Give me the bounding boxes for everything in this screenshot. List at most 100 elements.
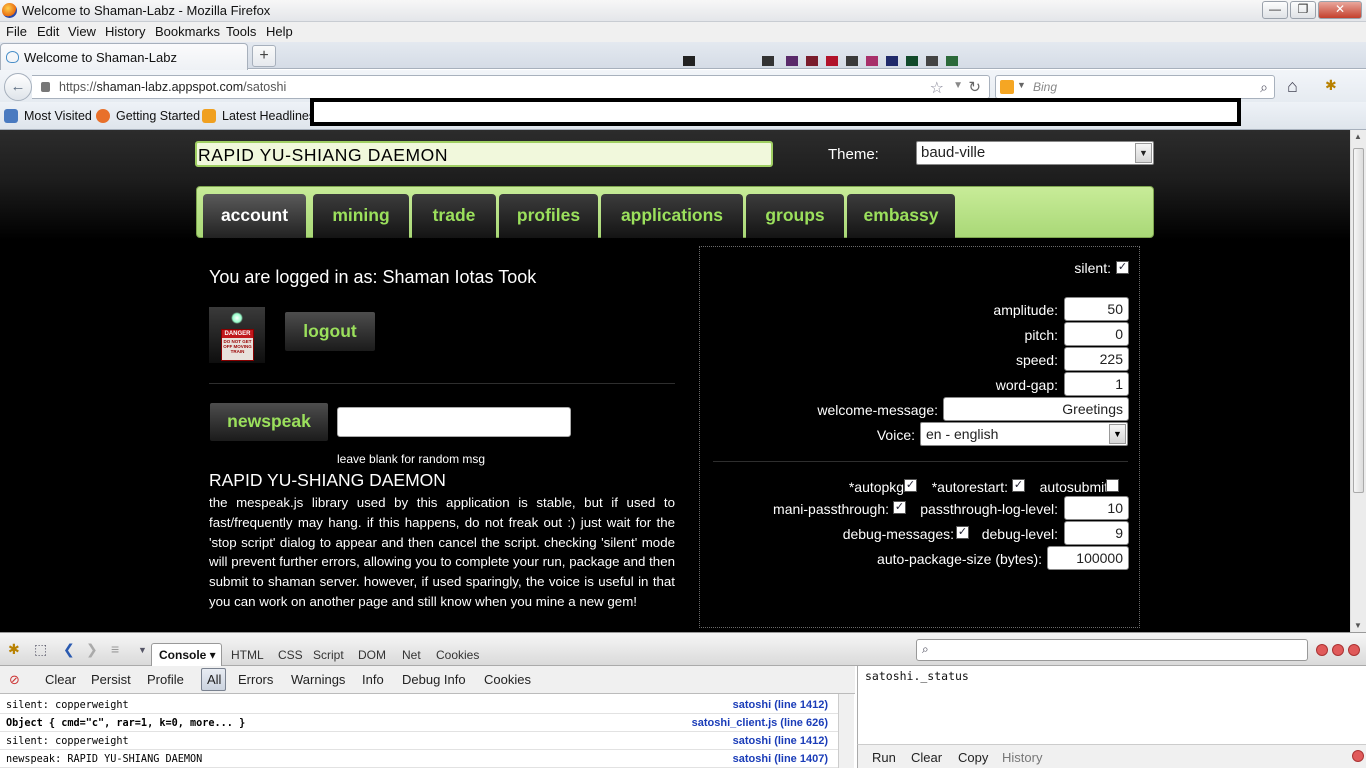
list-icon[interactable]: ≡ bbox=[111, 641, 119, 657]
close-icon[interactable] bbox=[1352, 750, 1364, 762]
debug-level-input[interactable]: 9 bbox=[1064, 521, 1129, 545]
silent-checkbox[interactable]: ✓ bbox=[1116, 261, 1129, 274]
autopkg-checkbox[interactable]: ✓ bbox=[904, 479, 917, 492]
speed-input[interactable]: 225 bbox=[1064, 347, 1129, 371]
firebug-icon[interactable]: ✱ bbox=[8, 641, 20, 658]
passthrough-log-level-input[interactable]: 10 bbox=[1064, 496, 1129, 520]
filter-cookies[interactable]: Cookies bbox=[484, 672, 531, 687]
tab-cookies[interactable]: Cookies bbox=[436, 648, 479, 662]
chevron-right-icon[interactable]: ❯ bbox=[86, 641, 98, 658]
back-arrow-icon[interactable]: ← bbox=[4, 73, 32, 101]
logout-button[interactable]: logout bbox=[284, 311, 376, 352]
close-button[interactable]: ✕ bbox=[1318, 1, 1362, 19]
inspect-icon[interactable]: ⬚ bbox=[34, 641, 47, 658]
tab-groups[interactable]: groups bbox=[746, 194, 844, 238]
firebug-search-input[interactable]: ⌕ bbox=[916, 639, 1308, 661]
run-button[interactable]: Run bbox=[872, 750, 896, 765]
star-icon[interactable]: ☆ bbox=[930, 78, 944, 98]
command-editor[interactable]: satoshi._status bbox=[857, 666, 1366, 744]
profile-button[interactable]: Profile bbox=[147, 672, 184, 687]
chevron-down-icon[interactable]: ▼ bbox=[953, 80, 963, 91]
search-icon[interactable]: ⌕ bbox=[1260, 79, 1268, 96]
bookmark-latest-headlines[interactable]: Latest Headlines bbox=[222, 109, 315, 123]
firebug-icon[interactable]: ✱ bbox=[1325, 77, 1337, 94]
log-scrollbar[interactable] bbox=[838, 694, 854, 768]
voice-select[interactable]: en - english ▼ bbox=[920, 422, 1128, 446]
welcome-message-input[interactable]: Greetings bbox=[943, 397, 1129, 421]
filter-info[interactable]: Info bbox=[362, 672, 384, 687]
tab-profiles[interactable]: profiles bbox=[499, 194, 598, 238]
scrollbar-thumb[interactable] bbox=[1353, 148, 1364, 493]
command-bar: Run Clear Copy History bbox=[857, 744, 1366, 768]
new-tab-button[interactable]: + bbox=[252, 45, 276, 67]
menu-file[interactable]: File bbox=[6, 24, 27, 39]
bookmark-most-visited[interactable]: Most Visited bbox=[24, 109, 92, 123]
log-source-link[interactable]: satoshi (line 1412) bbox=[733, 699, 828, 711]
copy-button[interactable]: Copy bbox=[958, 750, 988, 765]
tab-embassy[interactable]: embassy bbox=[847, 194, 955, 238]
tab-mining[interactable]: mining bbox=[313, 194, 409, 238]
search-bar[interactable]: ▼ Bing ⌕ bbox=[995, 75, 1275, 99]
autorestart-checkbox[interactable]: ✓ bbox=[1012, 479, 1025, 492]
pitch-input[interactable]: 0 bbox=[1064, 322, 1129, 346]
tab-console[interactable]: Console ▾ bbox=[151, 643, 222, 666]
bookmark-getting-started[interactable]: Getting Started bbox=[116, 109, 200, 123]
chevron-left-icon[interactable]: ❮ bbox=[63, 641, 75, 658]
filter-all-label[interactable]: All bbox=[207, 672, 221, 687]
newspeak-button[interactable]: newspeak bbox=[209, 402, 329, 442]
history-button[interactable]: History bbox=[1002, 750, 1042, 765]
tab-trade[interactable]: trade bbox=[412, 194, 496, 238]
menu-bookmarks[interactable]: Bookmarks bbox=[155, 24, 220, 39]
browser-tab[interactable]: Welcome to Shaman-Labz bbox=[0, 43, 248, 70]
maximize-button[interactable]: ❐ bbox=[1290, 1, 1316, 19]
account-panel: You are logged in as: Shaman Iotas Took … bbox=[196, 240, 694, 632]
debug-messages-checkbox[interactable]: ✓ bbox=[956, 526, 969, 539]
tab-account[interactable]: account bbox=[203, 194, 306, 238]
minimize-icon[interactable] bbox=[1316, 644, 1328, 656]
amplitude-input[interactable]: 50 bbox=[1064, 297, 1129, 321]
url-bar[interactable]: https://shaman-labz.appspot.com/satoshi … bbox=[32, 75, 990, 99]
filter-errors[interactable]: Errors bbox=[238, 672, 273, 687]
menu-bar: File Edit View History Bookmarks Tools H… bbox=[0, 22, 1366, 42]
tab-html[interactable]: HTML bbox=[231, 648, 264, 662]
log-source-link[interactable]: satoshi (line 1412) bbox=[733, 735, 828, 747]
chevron-down-icon[interactable]: ▼ bbox=[138, 645, 147, 655]
scroll-down-icon[interactable]: ▼ bbox=[1354, 621, 1362, 630]
filter-debug-info[interactable]: Debug Info bbox=[402, 672, 466, 687]
break-on-error-icon[interactable]: ⊘ bbox=[9, 672, 20, 688]
menu-view[interactable]: View bbox=[68, 24, 96, 39]
tab-dom[interactable]: DOM bbox=[358, 648, 386, 662]
detach-icon[interactable] bbox=[1332, 644, 1344, 656]
menu-edit[interactable]: Edit bbox=[37, 24, 59, 39]
tab-applications[interactable]: applications bbox=[601, 194, 743, 238]
home-icon[interactable]: ⌂ bbox=[1287, 76, 1298, 97]
tab-css[interactable]: CSS bbox=[278, 648, 303, 662]
log-message[interactable]: Object { cmd="c", rar=1, k=0, more... } bbox=[6, 718, 245, 729]
newspeak-input[interactable] bbox=[337, 407, 571, 437]
chevron-down-icon[interactable]: ▼ bbox=[1017, 80, 1026, 90]
tab-net[interactable]: Net bbox=[402, 648, 421, 662]
scroll-up-icon[interactable]: ▲ bbox=[1354, 132, 1362, 141]
theme-select[interactable]: baud-ville ▼ bbox=[916, 141, 1154, 165]
page-scrollbar[interactable]: ▲ ▼ bbox=[1350, 130, 1366, 632]
auto-package-size-input[interactable]: 100000 bbox=[1047, 546, 1129, 570]
log-source-link[interactable]: satoshi_client.js (line 626) bbox=[692, 717, 828, 729]
tab-script[interactable]: Script bbox=[313, 648, 344, 662]
autosubmit-label: autosubmit: bbox=[1039, 479, 1112, 495]
daemon-title-field[interactable]: RAPID YU-SHIANG DAEMON bbox=[195, 141, 773, 167]
autosubmit-checkbox[interactable] bbox=[1106, 479, 1119, 492]
reload-icon[interactable]: ↻ bbox=[968, 78, 981, 96]
voice-settings-panel: silent: ✓ amplitude: 50 pitch: 0 speed: … bbox=[699, 246, 1140, 628]
persist-button[interactable]: Persist bbox=[91, 672, 131, 687]
mani-passthrough-checkbox[interactable]: ✓ bbox=[893, 501, 906, 514]
clear-button[interactable]: Clear bbox=[45, 672, 76, 687]
log-source-link[interactable]: satoshi (line 1407) bbox=[733, 753, 828, 765]
word-gap-input[interactable]: 1 bbox=[1064, 372, 1129, 396]
clear-command-button[interactable]: Clear bbox=[911, 750, 942, 765]
menu-tools[interactable]: Tools bbox=[226, 24, 256, 39]
minimize-button[interactable]: — bbox=[1262, 1, 1288, 19]
menu-history[interactable]: History bbox=[105, 24, 145, 39]
close-icon[interactable] bbox=[1348, 644, 1360, 656]
filter-warnings[interactable]: Warnings bbox=[291, 672, 345, 687]
menu-help[interactable]: Help bbox=[266, 24, 293, 39]
